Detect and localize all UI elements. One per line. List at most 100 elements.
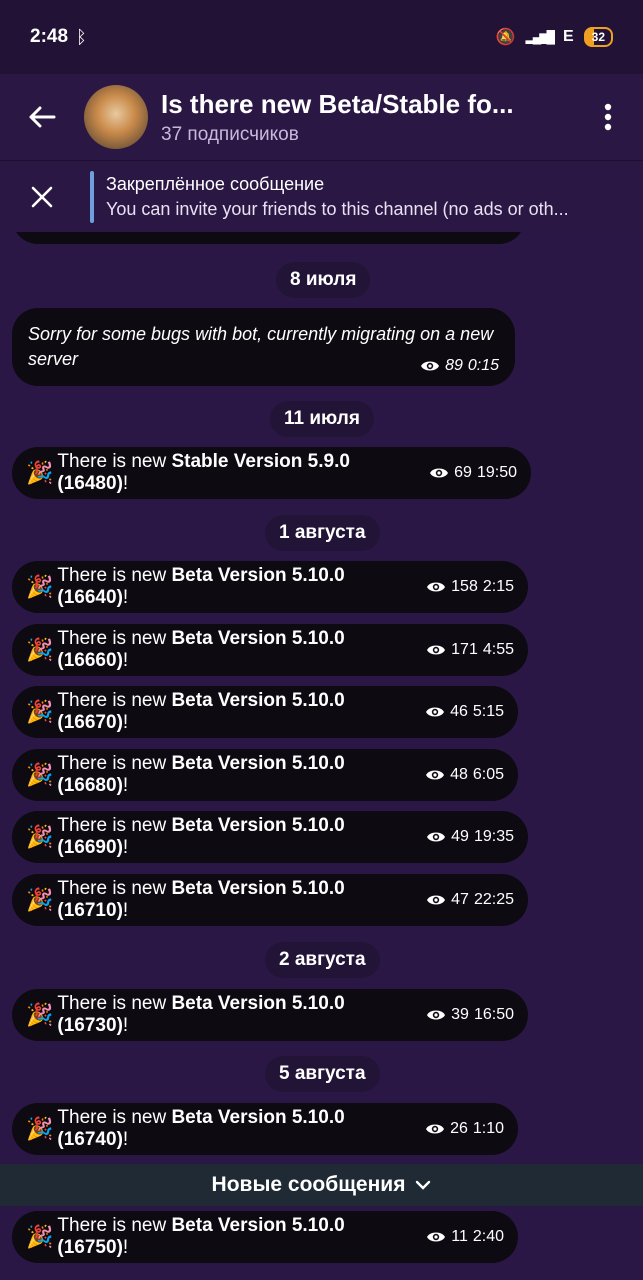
party-popper-icon: 🎉 (26, 824, 54, 849)
pinned-accent-bar (90, 170, 94, 223)
message-bubble[interactable]: 🎉 There is new Beta Version 5.10.0 (16640… (12, 561, 528, 613)
status-time: 2:48 (30, 26, 69, 47)
message-text: There is new Beta Version 5.10.0 (16750)… (57, 1215, 345, 1258)
back-button[interactable] (0, 74, 84, 160)
party-popper-icon: 🎉 (26, 887, 54, 912)
pinned-title: Закреплённое сообщение (106, 173, 325, 194)
view-count: 26 (450, 1120, 468, 1137)
message-time: 4:55 (482, 641, 514, 658)
party-popper-icon: 🎉 (26, 1116, 54, 1141)
eye-icon (430, 468, 449, 478)
message-time: 16:50 (473, 1006, 514, 1023)
date-separator: 8 июля (276, 262, 371, 298)
message-meta: 48 6:05 (425, 766, 504, 784)
date-separator: 1 августа (265, 515, 380, 551)
party-popper-icon: 🎉 (26, 574, 54, 599)
message-time: 19:35 (473, 828, 514, 845)
eye-icon (427, 645, 446, 655)
channel-title: Is there new Beta/Stable fo... (161, 88, 514, 119)
message-time: 6:05 (472, 766, 504, 783)
message-list[interactable]: 8 июля Sorry for some bugs with bot, cur… (0, 232, 643, 1280)
message-meta: 26 1:10 (425, 1120, 504, 1138)
eye-icon (426, 1124, 445, 1134)
eye-icon (427, 832, 446, 842)
battery-icon: 32 (583, 27, 613, 47)
eye-icon (427, 1232, 446, 1242)
view-count: 48 (450, 766, 468, 783)
eye-icon (426, 770, 445, 780)
chat-header: Is there new Beta/Stable fo... 37 подпис… (0, 74, 643, 160)
message-meta: 11 2:40 (426, 1228, 504, 1246)
message-text: There is new Stable Version 5.9.0 (16480… (57, 451, 350, 494)
view-count: 47 (451, 891, 469, 908)
bluetooth-icon: ᛒ (76, 26, 87, 47)
view-count: 89 (445, 357, 463, 374)
eye-icon (427, 895, 446, 905)
message-bubble[interactable]: 🎉 There is new Beta Version 5.10.0 (16710… (12, 874, 528, 926)
view-count: 11 (451, 1228, 468, 1245)
message-bubble[interactable]: 🎉 There is new Beta Version 5.10.0 (16690… (12, 811, 528, 863)
message-bubble[interactable]: 🎉 There is new Beta Version 5.10.0 (16670… (12, 686, 518, 738)
message-time: 0:15 (467, 357, 499, 374)
date-separator: 2 августа (265, 942, 380, 978)
message-text: There is new Beta Version 5.10.0 (16740)… (57, 1107, 345, 1150)
party-popper-icon: 🎉 (26, 699, 54, 724)
message-bubble[interactable]: 🎉 There is new Beta Version 5.10.0 (16660… (12, 624, 528, 676)
view-count: 49 (451, 828, 469, 845)
pinned-text: You can invite your friends to this chan… (106, 198, 569, 219)
message-bubble[interactable]: 🎉 There is new Beta Version 5.10.0 (16680… (12, 749, 518, 801)
message-time: 5:15 (472, 703, 504, 720)
message-text: There is new Beta Version 5.10.0 (16730)… (57, 993, 345, 1036)
eye-icon (421, 361, 440, 370)
message-meta: 89 0:15 (420, 353, 499, 378)
view-count: 69 (454, 464, 472, 481)
new-messages-label: Новые сообщения (211, 1173, 406, 1196)
new-messages-divider[interactable]: Новые сообщения (0, 1164, 643, 1206)
close-icon (31, 186, 53, 207)
party-popper-icon: 🎉 (26, 637, 54, 662)
message-text: There is new Beta Version 5.10.0 (16640)… (57, 565, 345, 608)
message-bubble[interactable]: 🎉 There is new Beta Version 5.10.0 (16740… (12, 1103, 518, 1155)
message-text: There is new Beta Version 5.10.0 (16680)… (57, 753, 345, 796)
message-bubble[interactable]: 🎉 There is new Beta Version 5.10.0 (16730… (12, 989, 528, 1041)
eye-icon (427, 1010, 446, 1020)
party-popper-icon: 🎉 (26, 1002, 54, 1027)
message-bubble-partial (12, 232, 525, 244)
signal-icon: ▂▄▆█ (525, 30, 556, 44)
message-bubble[interactable]: 🎉 There is new Stable Version 5.9.0 (1648… (12, 447, 531, 499)
network-type: E (562, 28, 574, 45)
date-separator: 5 августа (265, 1056, 380, 1092)
message-time: 19:50 (476, 464, 517, 481)
battery-level: 32 (591, 30, 605, 44)
pinned-message-bar[interactable]: Закреплённое сообщение You can invite yo… (0, 160, 643, 232)
subscriber-count: 37 подписчиков (161, 123, 299, 145)
party-popper-icon: 🎉 (26, 460, 54, 485)
message-time: 22:25 (473, 891, 514, 908)
message-bubble[interactable]: 🎉 There is new Beta Version 5.10.0 (16750… (12, 1211, 518, 1263)
message-meta: 158 2:15 (426, 578, 514, 596)
message-meta: 69 19:50 (429, 464, 517, 482)
view-count: 158 (451, 578, 478, 595)
message-time: 2:15 (482, 578, 514, 595)
channel-info[interactable]: Is there new Beta/Stable fo... 37 подпис… (161, 89, 541, 146)
more-menu-button[interactable] (573, 74, 643, 160)
message-time: 2:40 (472, 1228, 504, 1245)
chevron-down-icon (416, 1180, 431, 1190)
message-meta: 171 4:55 (426, 641, 514, 659)
channel-avatar[interactable] (84, 85, 148, 149)
party-popper-icon: 🎉 (26, 1224, 54, 1249)
more-vertical-icon (604, 103, 612, 131)
date-separator: 11 июля (270, 401, 374, 437)
message-meta: 47 22:25 (426, 891, 514, 909)
mute-bell-icon: 🔕 (495, 29, 516, 46)
message-meta: 49 19:35 (426, 828, 514, 846)
status-bar: 2:48 ᛒ 🔕 ▂▄▆█ E 32 (0, 0, 643, 74)
message-bubble[interactable]: Sorry for some bugs with bot, currently … (12, 308, 515, 386)
message-text: There is new Beta Version 5.10.0 (16670)… (57, 690, 345, 733)
view-count: 46 (450, 703, 468, 720)
message-text: There is new Beta Version 5.10.0 (16690)… (57, 815, 345, 858)
party-popper-icon: 🎉 (26, 762, 54, 787)
close-pinned-button[interactable] (0, 161, 84, 233)
arrow-left-icon (29, 106, 56, 128)
view-count: 39 (451, 1006, 469, 1023)
